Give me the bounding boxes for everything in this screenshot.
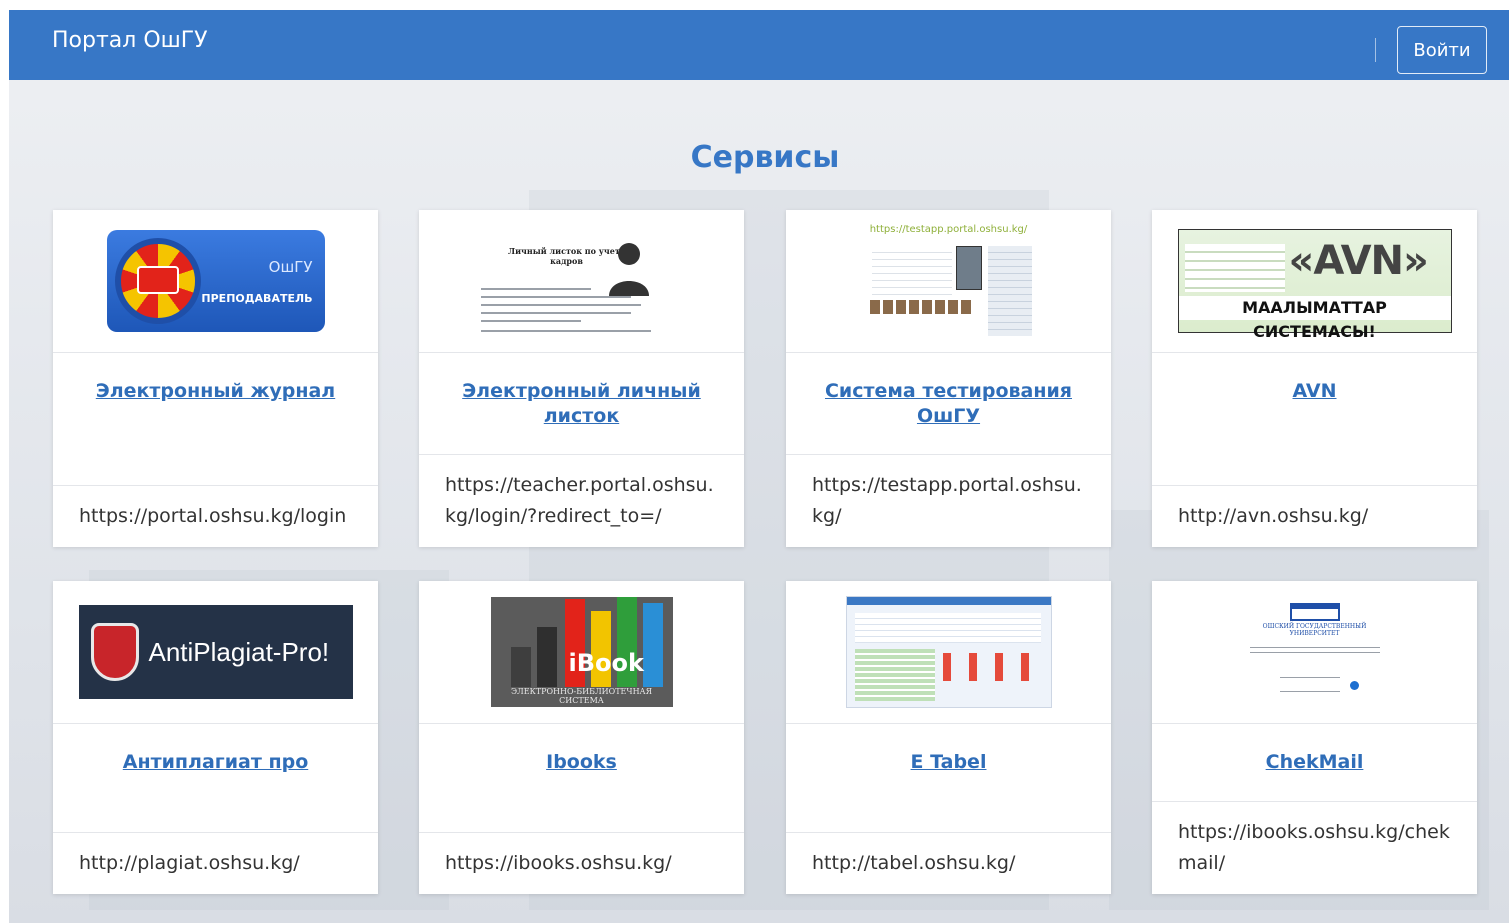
card-body: Электронный личный листок xyxy=(419,353,744,454)
avn-banner: «AVN» МААЛЫМАТТАР СИСТЕМАСЫ! xyxy=(1177,229,1452,341)
card-thumbnail xyxy=(786,581,1111,724)
shield-icon xyxy=(90,623,139,681)
card-body: Ibooks xyxy=(419,724,744,832)
service-url: http://avn.oshsu.kg/ xyxy=(1152,485,1477,547)
service-url: https://teacher.portal.oshsu.kg/login/?r… xyxy=(419,454,744,547)
service-link[interactable]: Электронный личный листок xyxy=(439,379,724,429)
card-body: AVN xyxy=(1152,353,1477,485)
service-url: https://ibooks.oshsu.kg/chekmail/ xyxy=(1152,801,1477,894)
service-card-journal: ОшГУ ПРЕПОДАВАТЕЛЬ Электронный журнал ht… xyxy=(53,210,378,547)
card-body: Система тестирования ОшГУ xyxy=(786,353,1111,454)
card-thumbnail: «AVN» МААЛЫМАТТАР СИСТЕМАСЫ! xyxy=(1152,210,1477,353)
service-link[interactable]: ChekMail xyxy=(1266,750,1364,775)
etabel-preview xyxy=(845,596,1052,708)
service-card-ibooks: iBook ЭЛЕКТРОННО-БИБЛИОТЕЧНАЯ СИСТЕМА Ib… xyxy=(419,581,744,894)
card-body: Антиплагиат про xyxy=(53,724,378,832)
service-url: https://portal.oshsu.kg/login xyxy=(53,485,378,547)
service-link[interactable]: Система тестирования ОшГУ xyxy=(806,379,1091,429)
service-url: http://tabel.oshsu.kg/ xyxy=(786,832,1111,894)
antiplagiat-logo: AntiPlagiat-Pro! xyxy=(78,605,353,699)
card-thumbnail: https://testapp.portal.oshsu.kg/ xyxy=(786,210,1111,353)
brand-link[interactable]: Портал ОшГУ xyxy=(52,28,208,53)
service-url: https://ibooks.oshsu.kg/ xyxy=(419,832,744,894)
service-url: http://plagiat.oshsu.kg/ xyxy=(53,832,378,894)
card-thumbnail: Личный листок по учету кадров xyxy=(419,210,744,353)
card-body: E Tabel xyxy=(786,724,1111,832)
service-link[interactable]: AVN xyxy=(1292,379,1336,404)
card-thumbnail: ОШСКИЙ ГОСУДАРСТВЕННЫЙ УНИВЕРСИТЕТ xyxy=(1152,581,1477,724)
nav-divider xyxy=(1375,38,1376,62)
service-card-chekmail: ОШСКИЙ ГОСУДАРСТВЕННЫЙ УНИВЕРСИТЕТ ChekM… xyxy=(1152,581,1477,894)
login-button[interactable]: Войти xyxy=(1397,26,1487,74)
student-photo xyxy=(955,245,982,290)
card-thumbnail: ОшГУ ПРЕПОДАВАТЕЛЬ xyxy=(53,210,378,353)
service-link[interactable]: Антиплагиат про xyxy=(123,750,309,775)
card-body: ChekMail xyxy=(1152,724,1477,801)
oshsu-teacher-logo: ОшГУ ПРЕПОДАВАТЕЛЬ xyxy=(106,230,325,332)
navbar: Портал ОшГУ Войти xyxy=(9,10,1509,80)
personal-sheet-preview: Личный листок по учету кадров xyxy=(476,226,687,336)
university-building-icon xyxy=(1289,603,1340,621)
service-card-avn: «AVN» МААЛЫМАТТАР СИСТЕМАСЫ! AVN http://… xyxy=(1152,210,1477,547)
service-card-testing: https://testapp.portal.oshsu.kg/ Система… xyxy=(786,210,1111,547)
service-card-etabel: E Tabel http://tabel.oshsu.kg/ xyxy=(786,581,1111,894)
service-card-antiplagiat: AntiPlagiat-Pro! Антиплагиат про http://… xyxy=(53,581,378,894)
service-url: https://testapp.portal.oshsu.kg/ xyxy=(786,454,1111,547)
ibook-logo: iBook ЭЛЕКТРОННО-БИБЛИОТЕЧНАЯ СИСТЕМА xyxy=(490,597,673,707)
testing-system-preview: https://testapp.portal.oshsu.kg/ xyxy=(863,223,1034,339)
card-body: Электронный журнал xyxy=(53,353,378,485)
service-link[interactable]: E Tabel xyxy=(911,750,987,775)
section-title: Сервисы xyxy=(690,140,840,175)
chekmail-preview: ОШСКИЙ ГОСУДАРСТВЕННЫЙ УНИВЕРСИТЕТ xyxy=(1239,597,1390,707)
service-card-personal-sheet: Личный листок по учету кадров Электронны… xyxy=(419,210,744,547)
card-thumbnail: AntiPlagiat-Pro! xyxy=(53,581,378,724)
service-link[interactable]: Электронный журнал xyxy=(96,379,335,404)
card-thumbnail: iBook ЭЛЕКТРОННО-БИБЛИОТЕЧНАЯ СИСТЕМА xyxy=(419,581,744,724)
service-link[interactable]: Ibooks xyxy=(546,750,617,775)
